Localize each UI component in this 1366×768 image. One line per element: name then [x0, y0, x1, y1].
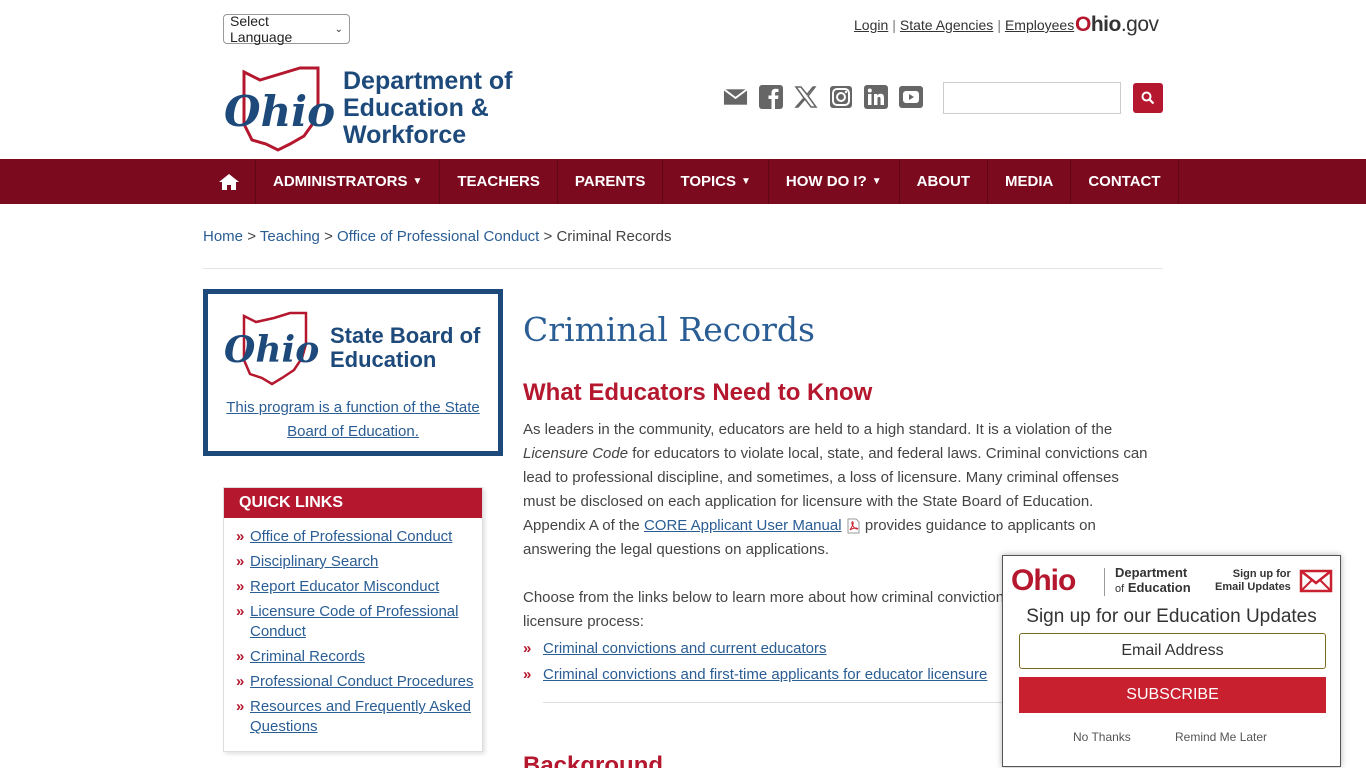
- instagram-icon[interactable]: [828, 84, 853, 109]
- popup-heading: Sign up for our Education Updates: [1026, 606, 1317, 627]
- chevron-down-icon: ⌄: [334, 23, 343, 35]
- email-icon[interactable]: [723, 84, 748, 109]
- divider: [543, 702, 1003, 703]
- language-select[interactable]: Select Language ⌄: [223, 13, 350, 45]
- bullet-icon: »: [523, 640, 532, 657]
- youtube-icon[interactable]: [898, 84, 923, 109]
- bullet-icon: »: [236, 553, 245, 570]
- ohio-gov-logo[interactable]: Ohio.gov: [1075, 13, 1159, 37]
- list-item: » Disciplinary Search: [236, 552, 474, 572]
- bullet-icon: »: [236, 578, 245, 595]
- list-item: » Criminal Records: [236, 647, 474, 667]
- caret-down-icon: ▼: [741, 176, 751, 187]
- quick-links-title: QUICK LINKS: [224, 488, 482, 518]
- bullet-icon: »: [523, 666, 532, 683]
- caret-down-icon: ▼: [871, 176, 882, 187]
- search-icon: [1141, 91, 1155, 105]
- section-heading: What Educators Need to Know: [523, 379, 873, 406]
- caret-down-icon: ▼: [412, 176, 423, 187]
- list-item: » Professional Conduct Procedures: [236, 672, 474, 692]
- util-separator: |: [997, 17, 1001, 33]
- state-agencies-link[interactable]: State Agencies: [900, 17, 993, 33]
- quick-link[interactable]: Resources and Frequently Asked Questions: [250, 697, 474, 737]
- list-item: » Office of Professional Conduct: [236, 527, 474, 547]
- nav-contact[interactable]: CONTACT: [1071, 159, 1179, 204]
- envelope-icon: [1299, 569, 1333, 593]
- linkedin-icon[interactable]: [863, 84, 888, 109]
- social-links: [723, 84, 923, 109]
- employees-link[interactable]: Employees: [1005, 17, 1074, 33]
- bullet-icon: »: [236, 648, 245, 665]
- popup-ohio-logo: Ohio: [1011, 564, 1076, 597]
- section-heading: Background: [523, 752, 664, 768]
- x-twitter-icon[interactable]: [793, 84, 818, 109]
- login-link[interactable]: Login: [854, 17, 888, 33]
- first-time-applicants-link[interactable]: Criminal convictions and first-time appl…: [543, 662, 987, 688]
- utility-links: Login | State Agencies | Employees: [854, 17, 1074, 33]
- quick-link[interactable]: Professional Conduct Procedures: [250, 672, 473, 692]
- list-item: » Report Educator Misconduct: [236, 577, 474, 597]
- list-item: » Licensure Code of Professional Conduct: [236, 602, 474, 642]
- state-board-title: State Board of Education: [330, 323, 481, 372]
- facebook-icon[interactable]: [758, 84, 783, 109]
- nav-how-do-i[interactable]: HOW DO I? ▼: [769, 159, 900, 204]
- pdf-icon: [847, 518, 860, 534]
- divider: [1104, 568, 1105, 596]
- breadcrumb-home[interactable]: Home: [203, 228, 243, 245]
- state-board-link[interactable]: This program is a function of the State …: [208, 396, 498, 444]
- breadcrumb: Home > Teaching > Office of Professional…: [203, 228, 672, 245]
- bullet-icon: »: [236, 528, 245, 545]
- state-board-box: Ohio State Board of Education This progr…: [203, 289, 503, 456]
- breadcrumb-teaching[interactable]: Teaching: [260, 228, 320, 245]
- nav-teachers[interactable]: TEACHERS: [440, 159, 558, 204]
- popup-department: Department of Education: [1115, 565, 1191, 595]
- quick-link[interactable]: Report Educator Misconduct: [250, 577, 439, 597]
- core-manual-link[interactable]: CORE Applicant User Manual: [644, 517, 842, 534]
- email-field[interactable]: Email Address: [1019, 633, 1326, 669]
- bullet-icon: »: [236, 698, 245, 715]
- bullet-icon: »: [236, 673, 245, 690]
- quick-link[interactable]: Disciplinary Search: [250, 552, 378, 572]
- remind-later-button[interactable]: Remind Me Later: [1175, 730, 1267, 744]
- quick-link[interactable]: Criminal Records: [250, 647, 365, 667]
- main-nav: ADMINISTRATORS ▼ TEACHERS PARENTS TOPICS ▼…: [0, 159, 1366, 204]
- breadcrumb-professional-conduct[interactable]: Office of Professional Conduct: [337, 228, 539, 245]
- home-icon: [219, 173, 239, 190]
- email-signup-popup: Ohio Department of Education Sign up for…: [1002, 555, 1341, 767]
- quick-links-panel: QUICK LINKS » Office of Professional Cond…: [223, 487, 483, 752]
- intro-paragraph: As leaders in the community, educators a…: [523, 421, 1148, 558]
- ohio-map-logo-icon: Ohio: [224, 311, 319, 386]
- current-educators-link[interactable]: Criminal convictions and current educato…: [543, 636, 826, 662]
- language-select-value: Select Language: [230, 13, 293, 45]
- svg-text:Ohio: Ohio: [224, 87, 335, 136]
- quick-link[interactable]: Licensure Code of Professional Conduct: [250, 602, 474, 642]
- quick-link[interactable]: Office of Professional Conduct: [250, 527, 452, 547]
- nav-home[interactable]: [203, 159, 256, 204]
- breadcrumb-current: Criminal Records: [556, 228, 672, 245]
- subscribe-button[interactable]: SUBSCRIBE: [1019, 677, 1326, 713]
- popup-signup-label: Sign up for Email Updates: [1215, 568, 1291, 593]
- department-name: Department of Education & Workforce: [343, 67, 513, 149]
- svg-text:Ohio: Ohio: [224, 329, 319, 371]
- ohio-map-logo-icon: Ohio: [224, 66, 335, 152]
- search-button[interactable]: [1133, 83, 1163, 113]
- nav-about[interactable]: ABOUT: [900, 159, 988, 204]
- list-item: » Criminal convictions and first-time app…: [523, 662, 987, 688]
- nav-topics[interactable]: TOPICS ▼: [663, 159, 769, 204]
- content-links: » Criminal convictions and current educat…: [523, 636, 987, 688]
- nav-administrators[interactable]: ADMINISTRATORS ▼: [256, 159, 441, 204]
- divider: [203, 268, 1163, 269]
- site-search-input[interactable]: [943, 82, 1121, 114]
- no-thanks-button[interactable]: No Thanks: [1073, 730, 1131, 744]
- list-item: » Criminal convictions and current educat…: [523, 636, 987, 662]
- nav-media[interactable]: MEDIA: [988, 159, 1072, 204]
- bullet-icon: »: [236, 603, 245, 620]
- list-item: » Resources and Frequently Asked Question…: [236, 697, 474, 737]
- page-title: Criminal Records: [523, 310, 815, 349]
- util-separator: |: [892, 17, 896, 33]
- nav-parents[interactable]: PARENTS: [558, 159, 664, 204]
